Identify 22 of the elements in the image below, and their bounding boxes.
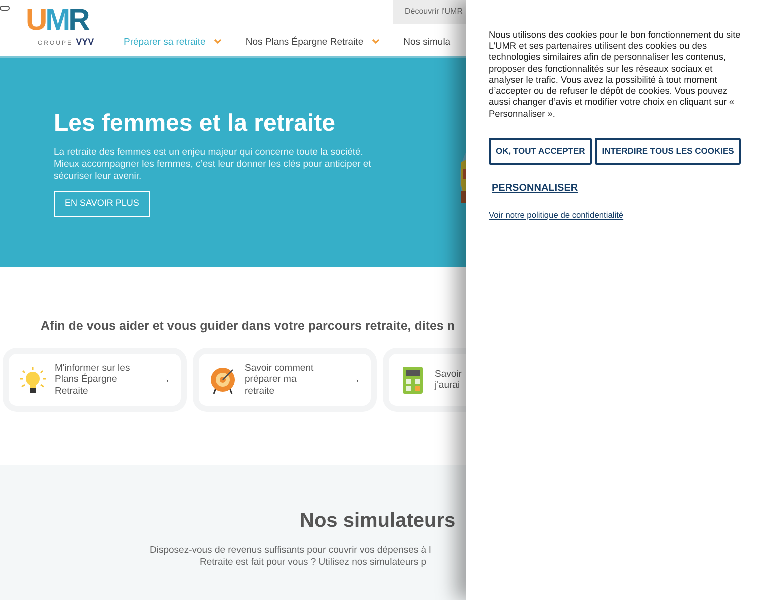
shortcut-card[interactable]: M'informer sur les Plans Épargne Retraite → (9, 354, 181, 406)
pill-icon (0, 6, 10, 11)
hero-text: La retraite des femmes est un enjeu majeur qui concerne toute la société. Mieux accompagner les femmes, c’est leur donner les clés pour anticiper et sécuriser leur avenir. (54, 146, 372, 182)
top-link[interactable]: Découvrir l'UMR (393, 0, 466, 24)
nav-link[interactable]: Nos simula (404, 36, 451, 50)
section-heading: Nos simulateurs (300, 509, 456, 533)
cookie-notice-text: L’UMR et ses partenaires utilisent des cookies ou des technologies similaires afin de personnaliser les contenus, proposer des fonctionnalités sur les réseaux sociaux et analyser le trafic. Vous avez la possibilité à tout moment d’accepter ou de refuser le dépôt de cookies. Vous pouvez aussi changer d’avis et modifier votre choix en cliquant sur « Personnaliser ». (489, 41, 736, 120)
cookie-button[interactable]: OK, TOUT ACCEPTER (489, 138, 592, 164)
target-icon (211, 368, 235, 394)
section-heading: Afin de vous aider et vous guider dans votre parcours retraite, dites n (41, 319, 455, 334)
intro-text: Retraite est fait pour vous ? Utilisez nos simulateurs p (200, 557, 427, 570)
calculator-icon (403, 366, 423, 394)
cookie-button[interactable]: INTERDIRE TOUS LES COOKIES (595, 138, 742, 164)
nav-link[interactable]: Nos Plans Épargne Retraite (246, 36, 380, 50)
cookie-notice-text: Nous utilisons des cookies pour le bon fonctionnement du site (489, 30, 742, 42)
light-bulb-icon (20, 366, 46, 392)
shortcut-card[interactable]: Savoir comment préparer ma retraite → (199, 354, 371, 406)
privacy-policy-link[interactable]: Voir notre politique de confidentialité (489, 208, 742, 222)
intro-text: Disposez-vous de revenus suffisants pour couvrir vos dépenses à l (150, 545, 432, 558)
customize-link[interactable]: PERSONNALISER (492, 180, 578, 196)
hero-title: Les femmes et la retraite (54, 110, 336, 139)
logo[interactable]: UMR (26, 6, 110, 36)
